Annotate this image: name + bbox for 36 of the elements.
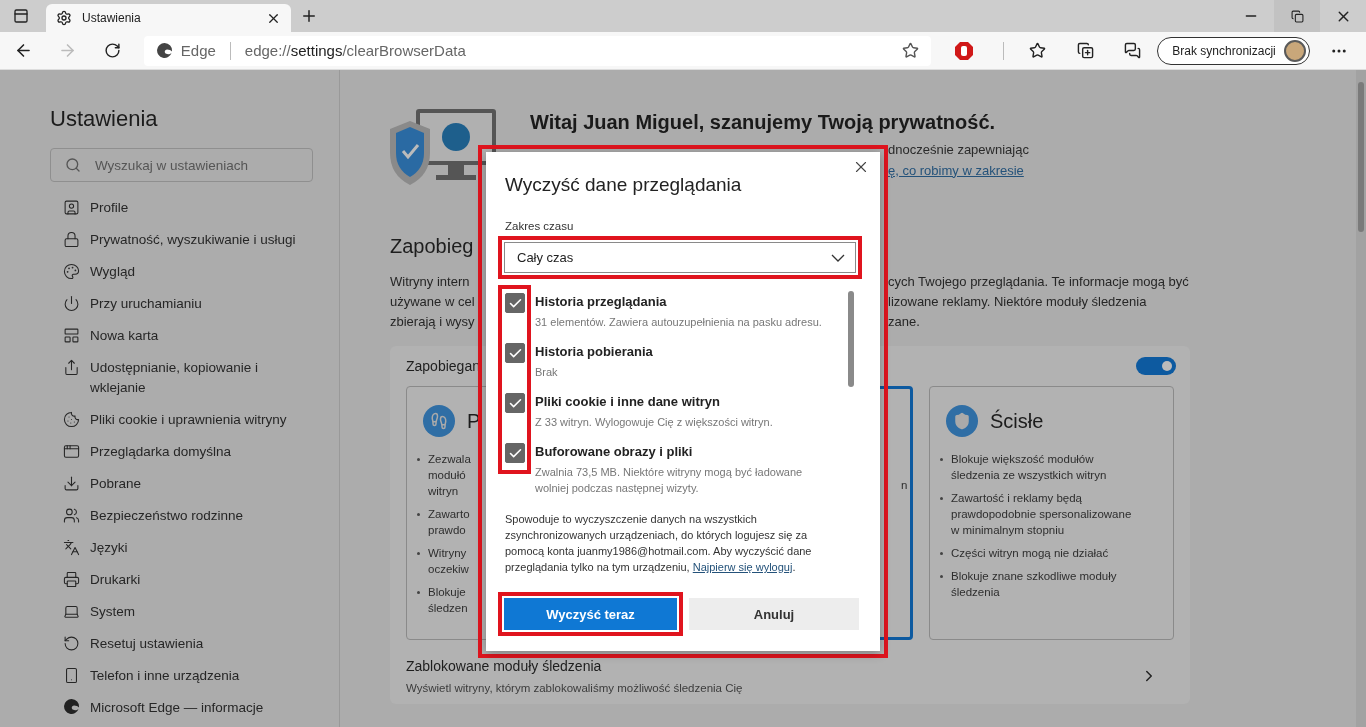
checkbox-label: Buforowane obrazy i pliki: [535, 444, 694, 459]
bullet-text: Części witryn mogą nie działać: [951, 546, 1109, 561]
checkbox-label: Historia przeglądania: [535, 294, 668, 309]
option-title: Ścisłe: [990, 409, 1044, 433]
section-title: Zapobieg: [390, 235, 474, 258]
blocked-trackers-title: Zablokowane moduły śledzenia: [406, 658, 603, 674]
bullet-text: Zezwala modułó witryn: [428, 452, 471, 499]
checkbox-label: Pliki cookie i inne dane witryn: [535, 394, 721, 409]
bullet-text: Zawarto prawdo: [428, 507, 470, 538]
item-detail: Zwalnia 73,5 MB. Niektóre witryny mogą być ładowane wolniej podczas następnej wizyty.: [535, 465, 804, 496]
description-text: cych Twojego przeglądania. Te informacje mogą być: [888, 273, 1189, 291]
bullet-text: Blokuje większość modułów śledzenia ze wszystkich witryn: [951, 452, 1107, 483]
description-text: zbierają i wysy: [390, 313, 475, 331]
welcome-title: Witaj Juan Miguel, szanujemy Twoją prywatność.: [530, 110, 997, 134]
sync-note: Spowoduje to wyczyszczenie danych na wszystkich zsynchronizowanych urządzeniach, do których logujesz się za pomocą konta juanmy1986@hotmail.com. Aby wyczyścić dane przeglądania tylko na tym urządzeniu, Najpierw się wyloguj.: [505, 512, 813, 575]
item-detail: Z 33 witryn. Wylogowuje Cię z większości witryn.: [535, 415, 774, 430]
bullet-text: Blokuje znane szkodliwe moduły śledzenia: [951, 569, 1117, 600]
dialog-title: Wyczyść dane przeglądania: [505, 174, 743, 196]
welcome-text: dnocześnie zapewniając: [888, 141, 1029, 157]
description-text: lizowane reklamy. Niektóre moduły śledzenia: [888, 293, 1147, 311]
sidebar-title: Ustawienia: [50, 106, 159, 132]
description-text: Witryny intern: [390, 273, 470, 291]
site-label: Edge: [180, 42, 216, 59]
bullet-text: n: [901, 479, 908, 491]
description-text: używane w cel: [390, 293, 475, 311]
field-label: Zakres czasu: [505, 220, 575, 232]
item-detail: 31 elementów. Zawiera autouzupełnienia na pasku adresu.: [535, 315, 823, 330]
bullet-text: Zawartość i reklamy będą prawdopodobnie spersonalizowane w minimalnym stopniu: [951, 491, 1132, 538]
blocked-trackers-subtitle: Wyświetl witryny, którym zablokowaliśmy możliwość śledzenia Cię: [406, 682, 743, 694]
item-detail: Brak: [535, 365, 559, 380]
bullet-text: Blokuje śledzen: [428, 585, 468, 616]
checkbox-label: Historia pobierania: [535, 344, 654, 359]
url-text: edge://settings/clearBrowserData: [244, 42, 466, 59]
bullet-text: Witryny oczekiw: [428, 546, 469, 577]
card-title: Zapobiegan: [406, 358, 480, 374]
description-text: zane.: [888, 313, 920, 331]
